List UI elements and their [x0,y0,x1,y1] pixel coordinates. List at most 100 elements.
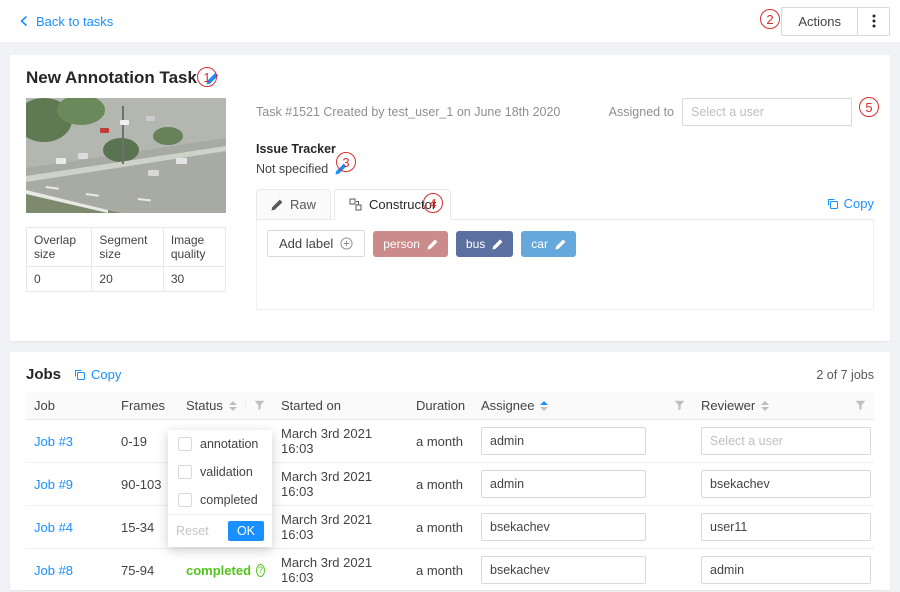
col-header-frames: Frames [113,392,178,420]
job-duration: a month [408,549,473,592]
checkbox[interactable] [178,437,192,451]
reviewer-filter-icon[interactable] [847,400,866,411]
add-label-text: Add label [279,236,333,251]
copy-labels-label: Copy [844,196,874,211]
question-circle-icon[interactable] [256,564,265,577]
task-preview-image [26,98,226,213]
copy-jobs-label: Copy [91,367,121,382]
edit-label-icon [492,239,503,250]
task-params-table: Overlap size Segment size Image quality … [26,227,226,292]
job-started: March 3rd 2021 16:03 [273,463,408,506]
task-right-column: Task #1521 Created by test_user_1 on Jun… [256,98,874,310]
job-reviewer-select[interactable] [701,556,871,584]
assigned-to-group: Assigned to [609,98,852,126]
task-title: New Annotation Task [26,68,197,88]
job-reviewer-select[interactable] [701,513,871,541]
task-assignee-select[interactable] [682,98,852,126]
jobs-table-header: Job Frames Status Started on Duration [26,392,874,420]
label-name: bus [466,237,485,251]
param-header-segment: Segment size [92,228,163,267]
job-assignee-select[interactable] [481,470,646,498]
label-badge-car[interactable]: car [521,231,576,257]
annotation-marker-5: 5 [859,97,879,117]
filter-option-completed[interactable]: completed [168,486,272,514]
actions-more-button[interactable] [858,7,890,36]
plus-circle-icon [340,237,353,250]
sort-carets-status[interactable] [229,401,237,411]
job-assignee-select[interactable] [481,556,646,584]
job-reviewer-select[interactable] [701,470,871,498]
filter-option-annotation[interactable]: annotation [168,430,272,458]
job-frames: 75-94 [113,549,178,592]
task-body: Overlap size Segment size Image quality … [26,98,874,310]
annotation-marker-1: 1 [197,67,217,87]
annotation-marker-4: 4 [423,193,443,213]
col-header-reviewer[interactable]: Reviewer [693,392,874,420]
filter-option-label: completed [200,493,258,507]
tab-raw[interactable]: Raw [256,189,331,220]
col-header-started: Started on [273,392,408,420]
job-assignee-select[interactable] [481,427,646,455]
annotation-marker-3: 3 [336,152,356,172]
col-header-status-label: Status [186,398,223,413]
filter-icon [855,400,866,411]
copy-labels-link[interactable]: Copy [826,196,874,219]
job-status-completed: completed [186,563,265,578]
checkbox[interactable] [178,493,192,507]
status-filter-icon[interactable] [245,400,265,411]
filter-reset-button[interactable]: Reset [176,524,209,538]
actions-button[interactable]: Actions [781,7,858,36]
job-duration: a month [408,506,473,549]
sort-carets-reviewer[interactable] [761,401,769,411]
job-started: March 3rd 2021 16:03 [273,549,408,592]
param-value-segment: 20 [92,267,163,292]
job-reviewer-select[interactable] [701,427,871,455]
col-header-assignee-label: Assignee [481,398,534,413]
copy-icon [826,197,839,210]
task-title-row: New Annotation Task [26,68,874,88]
label-badge-bus[interactable]: bus [456,231,513,257]
status-filter-dropdown: annotation validation completed Reset OK [168,430,272,547]
filter-footer: Reset OK [168,514,272,547]
jobs-count: 2 of 7 jobs [816,368,874,382]
checkbox[interactable] [178,465,192,479]
copy-jobs-link[interactable]: Copy [73,367,121,382]
param-header-overlap: Overlap size [27,228,92,267]
jobs-card: Jobs Copy 2 of 7 jobs Job Frames Status [10,352,890,590]
job-link[interactable]: Job #3 [34,434,73,449]
job-assignee-select[interactable] [481,513,646,541]
task-meta-text: Task #1521 Created by test_user_1 on Jun… [256,105,609,119]
col-header-duration: Duration [408,392,473,420]
tab-raw-label: Raw [290,197,316,212]
task-meta-row: Task #1521 Created by test_user_1 on Jun… [256,98,874,126]
job-link[interactable]: Job #4 [34,520,73,535]
filter-option-validation[interactable]: validation [168,458,272,486]
job-row-3: Job #3 0-19 March 3rd 2021 16:03 a month [26,420,874,463]
assignee-filter-icon[interactable] [666,400,685,411]
filter-ok-button[interactable]: OK [228,521,264,541]
issue-tracker-value: Not specified [256,162,328,176]
label-name: person [383,237,420,251]
back-to-tasks-label: Back to tasks [36,14,113,29]
task-left-column: Overlap size Segment size Image quality … [26,98,226,310]
job-started: March 3rd 2021 16:03 [273,420,408,463]
actions-button-group: Actions [781,7,890,36]
col-header-status[interactable]: Status [178,392,273,420]
job-row-9: Job #9 90-103 March 3rd 2021 16:03 a mon… [26,463,874,506]
chevron-left-icon [18,15,30,27]
job-link[interactable]: Job #9 [34,477,73,492]
jobs-table: Job Frames Status Started on Duration [26,392,874,592]
param-value-overlap: 0 [27,267,92,292]
labels-tabs: Raw Constructor Copy [256,189,874,220]
sort-carets-assignee[interactable] [540,401,548,411]
labels-panel: Raw Constructor Copy Add label [256,189,874,310]
filter-icon [674,400,685,411]
col-header-assignee[interactable]: Assignee [473,392,693,420]
back-to-tasks-link[interactable]: Back to tasks [18,14,113,29]
label-badge-person[interactable]: person [373,231,448,257]
param-value-quality: 30 [163,267,225,292]
add-label-button[interactable]: Add label [267,230,365,257]
job-link[interactable]: Job #8 [34,563,73,578]
job-duration: a month [408,463,473,506]
col-header-job: Job [26,392,113,420]
